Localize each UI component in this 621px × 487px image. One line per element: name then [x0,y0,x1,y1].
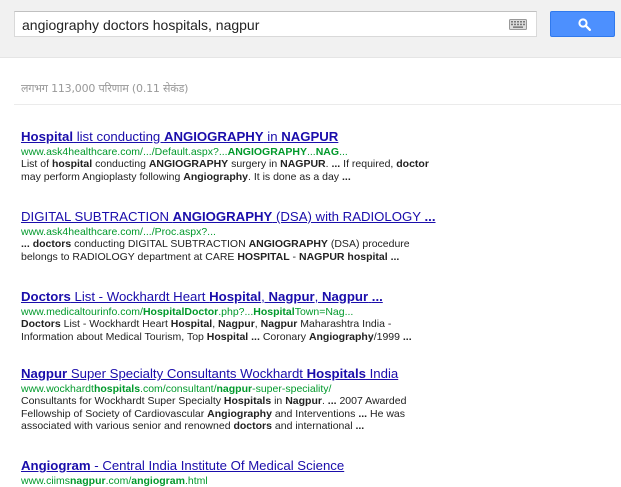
result-snippet: ... doctors conducting DIGITAL SUBTRACTI… [21,238,410,263]
search-icon [578,18,591,31]
result-url: www.ask4healthcare.com/.../Proc.aspx?... [21,226,216,238]
result-snippet: Doctors List - Wockhardt Heart Hospital,… [21,318,412,343]
result-url: www.ciimsnagpur.com/angiogram.html [21,475,208,487]
result-title-link[interactable]: Doctors List - Wockhardt Heart Hospital,… [21,289,621,305]
result-url: www.ask4healthcare.com/.../Default.aspx?… [21,146,348,158]
divider [14,104,621,105]
search-result: Angiogram - Central India Institute Of M… [21,458,621,487]
result-url: www.medicaltourinfo.com/HospitalDoctor.p… [21,306,354,318]
search-result: DIGITAL SUBTRACTION ANGIOGRAPHY (DSA) wi… [21,209,621,263]
keyboard-icon[interactable] [509,19,527,30]
search-result: Nagpur Super Specialty Consultants Wockh… [21,366,621,433]
result-title-link[interactable]: Nagpur Super Specialty Consultants Wockh… [21,366,621,382]
result-title-link[interactable]: Angiogram - Central India Institute Of M… [21,458,621,474]
search-box[interactable] [14,11,537,37]
result-snippet: List of hospital conducting ANGIOGRAPHY … [21,158,429,183]
result-snippet: Consultants for Wockhardt Super Specialt… [21,395,407,432]
search-input[interactable] [22,16,492,33]
result-title-link[interactable]: Hospital list conducting ANGIOGRAPHY in … [21,129,621,145]
search-button[interactable] [550,11,615,37]
search-result: Hospital list conducting ANGIOGRAPHY in … [21,129,621,183]
result-url: www.wockhardthospitals.com/consultant/na… [21,383,332,395]
result-stats: लगभग 113,000 परिणाम (0.11 सेकंड) [21,82,189,95]
search-result: Doctors List - Wockhardt Heart Hospital,… [21,289,621,343]
search-header [0,0,621,58]
result-title-link[interactable]: DIGITAL SUBTRACTION ANGIOGRAPHY (DSA) wi… [21,209,621,225]
